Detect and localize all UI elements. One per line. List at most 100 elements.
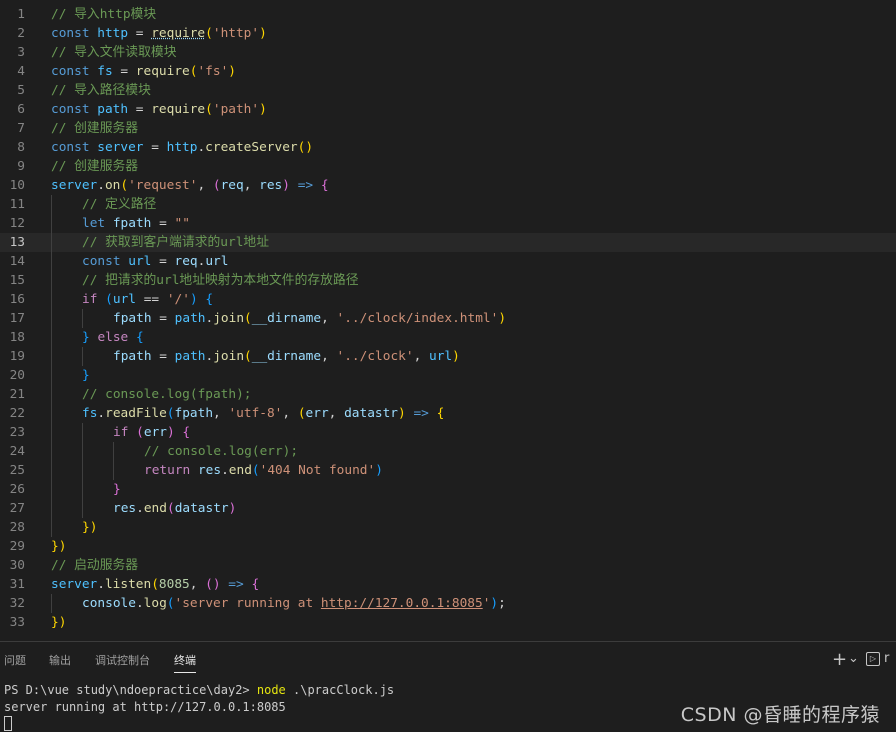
code-text: res.end(datastr) [113,499,236,518]
code-line[interactable]: 1 // 导入http模块 [0,5,896,24]
code-line[interactable]: 16 if (url == '/') { [0,290,896,309]
code-line[interactable]: 8 const server = http.createServer() [0,138,896,157]
code-token: 'utf-8' [228,406,283,421]
code-token: ( [297,406,306,421]
code-token: const [51,26,90,41]
line-number: 22 [9,406,25,421]
code-text: const url = req.url [82,252,228,271]
indent-guide [51,252,52,271]
code-line[interactable]: 27 res.end(datastr) [0,499,896,518]
code-editor[interactable]: 1// 导入http模块 2 const http = require('http'… [0,0,896,640]
code-token: let [82,216,106,231]
code-line[interactable]: 7 // 创建服务器 [0,119,896,138]
code-line[interactable]: 30 // 启动服务器 [0,556,896,575]
tab-debug-console[interactable]: 调试控制台 [95,654,150,668]
code-line[interactable]: 11 // 定义路径 [0,195,896,214]
code-line[interactable]: 21 // console.log(fpath); [0,385,896,404]
code-token: , [321,311,337,326]
line-number: 24 [9,444,25,459]
code-token: ) [452,349,460,364]
indent-guide [82,499,83,518]
code-token: readFile [105,406,167,421]
code-token: 'request' [128,178,198,193]
code-token: res [259,178,283,193]
code-line[interactable]: 26} [0,480,896,499]
panel-actions: + ⌄ ▷ r [826,650,896,672]
line-number: 16 [9,292,25,307]
code-token: require [135,64,190,79]
code-token: . [135,596,144,611]
line-number: 7 [17,121,25,136]
code-token: if [82,292,98,307]
code-token: ) [490,596,499,611]
code-token: // 导入路径模块 [51,83,151,98]
code-line[interactable]: 33}) [0,613,896,632]
code-line[interactable]: 18} else { [0,328,896,347]
code-line[interactable]: 19 fpath = path.join(__dirname, '../clock… [0,347,896,366]
code-token: ; [498,596,506,611]
code-line[interactable]: 13 // 获取到客户端请求的url地址 [0,233,896,252]
indent-guide [51,385,52,404]
code-line[interactable]: 25 return res.end('404 Not found') [0,461,896,480]
tab-output[interactable]: 输出 [49,654,71,668]
code-line[interactable]: 23 if (err) { [0,423,896,442]
code-token: res [113,501,137,516]
terminal-command-line[interactable]: PS D:\vue study\ndoepractice\day2> node … [4,682,394,699]
code-token: '../clock/index.html' [336,311,499,326]
code-line[interactable]: 9 // 创建服务器 [0,157,896,176]
code-token: fpath [113,349,152,364]
code-token: = [128,26,152,41]
code-token: ) [189,292,198,307]
code-text: // 创建服务器 [51,157,138,176]
code-line[interactable]: 2 const http = require('http') [0,24,896,43]
code-token: { [182,425,191,440]
code-line[interactable]: 31 server.listen(8085, () => { [0,575,896,594]
overflow-icon[interactable]: r [884,650,889,668]
code-token: fs [82,406,98,421]
code-line[interactable]: 32 console.log('server running at http://… [0,594,896,613]
code-line[interactable]: 15 // 把请求的url地址映射为本地文件的存放路径 [0,271,896,290]
code-token: { [251,577,260,592]
code-token: { [436,406,445,421]
chevron-down-icon[interactable]: ⌄ [848,650,859,668]
code-text: // 创建服务器 [51,119,138,138]
code-line[interactable]: 4 const fs = require('fs') [0,62,896,81]
code-line[interactable]: 17 fpath = path.join(__dirname, '../clock… [0,309,896,328]
code-line[interactable]: 3 // 导入文件读取模块 [0,43,896,62]
tab-terminal[interactable]: 终端 [174,654,196,673]
add-terminal-icon[interactable]: + [832,650,847,670]
code-line[interactable]: 6 const path = require('path') [0,100,896,119]
code-line[interactable]: 14 const url = req.url [0,252,896,271]
code-text: if (url == '/') { [82,290,213,309]
tab-problems[interactable]: 问题 [4,654,26,668]
code-token: server [51,577,98,592]
code-token: join [213,311,245,326]
indent-guide [82,309,83,328]
indent-guide [51,309,52,328]
code-text: // console.log(err); [144,442,298,461]
line-number: 17 [9,311,25,326]
code-line[interactable]: 29}) [0,537,896,556]
terminal-icon[interactable]: ▷ [866,652,880,666]
code-token: __dirname [251,311,322,326]
code-token: ( [251,463,260,478]
code-token: fs [97,64,113,79]
code-token: '404 Not found' [259,463,376,478]
code-line[interactable]: 22 fs.readFile(fpath, 'utf-8', (err, data… [0,404,896,423]
code-line[interactable]: 20} [0,366,896,385]
code-token: , [321,349,337,364]
code-line[interactable]: 12 let fpath = "" [0,214,896,233]
code-token: ( [212,178,221,193]
code-token: } [113,482,121,497]
line-number: 3 [17,45,25,60]
line-number: 29 [9,539,25,554]
code-line[interactable]: 24 // console.log(err); [0,442,896,461]
code-line[interactable]: 28}) [0,518,896,537]
code-line[interactable]: 5 // 导入路径模块 [0,81,896,100]
code-text: } [82,366,90,385]
code-line[interactable]: 10 server.on('request', (req, res) => { [0,176,896,195]
code-text: server.on('request', (req, res) => { [51,176,329,195]
code-token: ( [136,425,144,440]
code-token: http [166,140,198,155]
